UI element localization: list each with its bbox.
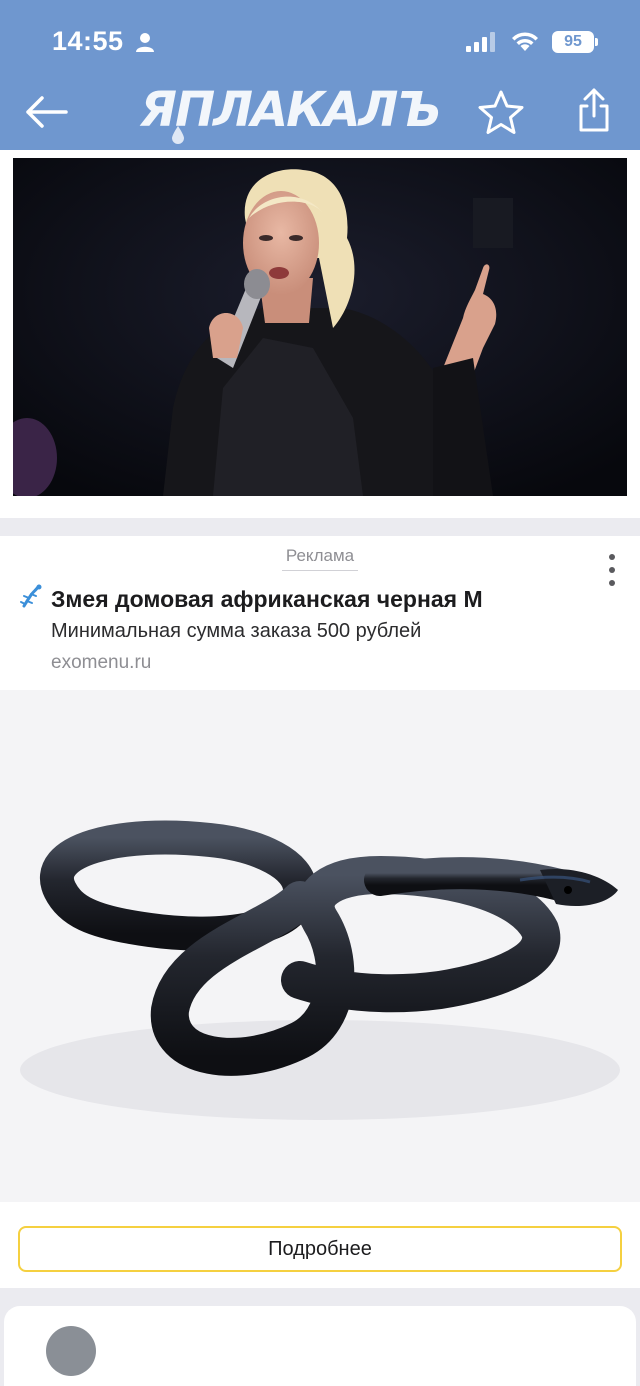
ad-title[interactable]: Змея домовая африканская черная М [51, 586, 483, 613]
share-icon [579, 88, 609, 132]
signal-icon [466, 32, 495, 52]
more-options-button[interactable] [598, 550, 626, 590]
top-bar: 14:55 95 ЯПЛАКАЛЪ [0, 0, 640, 150]
wifi-icon [512, 32, 538, 51]
share-button[interactable] [572, 86, 616, 136]
post-card [0, 150, 640, 518]
ad-label: Реклама [285, 546, 355, 565]
person-icon [136, 33, 154, 52]
ad-domain-link[interactable]: exomenu.ru [51, 652, 151, 674]
favorite-button[interactable] [476, 88, 526, 138]
avatar[interactable] [46, 1326, 96, 1376]
more-dot [609, 580, 615, 586]
gecko-icon [20, 584, 42, 608]
ad-card: Реклама Змея домовая африканская черная … [0, 536, 640, 1288]
more-dots-icon [609, 554, 615, 560]
ad-image[interactable] [0, 690, 640, 1202]
drop-icon [172, 126, 184, 144]
next-post-card [4, 1306, 636, 1386]
divider [282, 570, 358, 571]
battery-tip [595, 38, 598, 46]
back-button[interactable] [22, 88, 70, 136]
logo-text: ЯПЛАКАЛЪ [140, 82, 441, 138]
battery-icon: 95 [552, 31, 594, 53]
site-logo[interactable]: ЯПЛАКАЛЪ [140, 82, 452, 144]
ad-subtitle: Минимальная сумма заказа 500 рублей [51, 620, 422, 642]
back-arrow-icon [26, 96, 68, 128]
status-time: 14:55 [52, 26, 124, 56]
details-button[interactable]: Подробнее [18, 1226, 622, 1272]
star-icon [478, 90, 524, 134]
post-photo[interactable] [13, 158, 627, 496]
more-dot [609, 567, 615, 573]
